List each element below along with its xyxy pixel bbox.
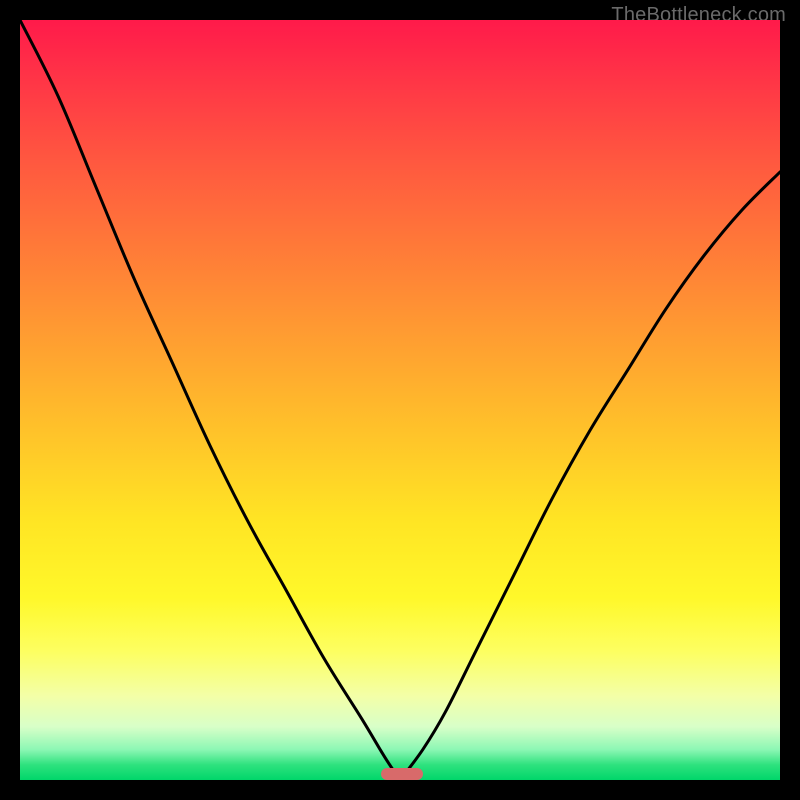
optimal-marker [381,768,423,780]
curve-right-branch [400,172,780,780]
curve-left-branch [20,20,400,780]
chart-stage: TheBottleneck.com [0,0,800,800]
plot-area [20,20,780,780]
bottleneck-curve [20,20,780,780]
